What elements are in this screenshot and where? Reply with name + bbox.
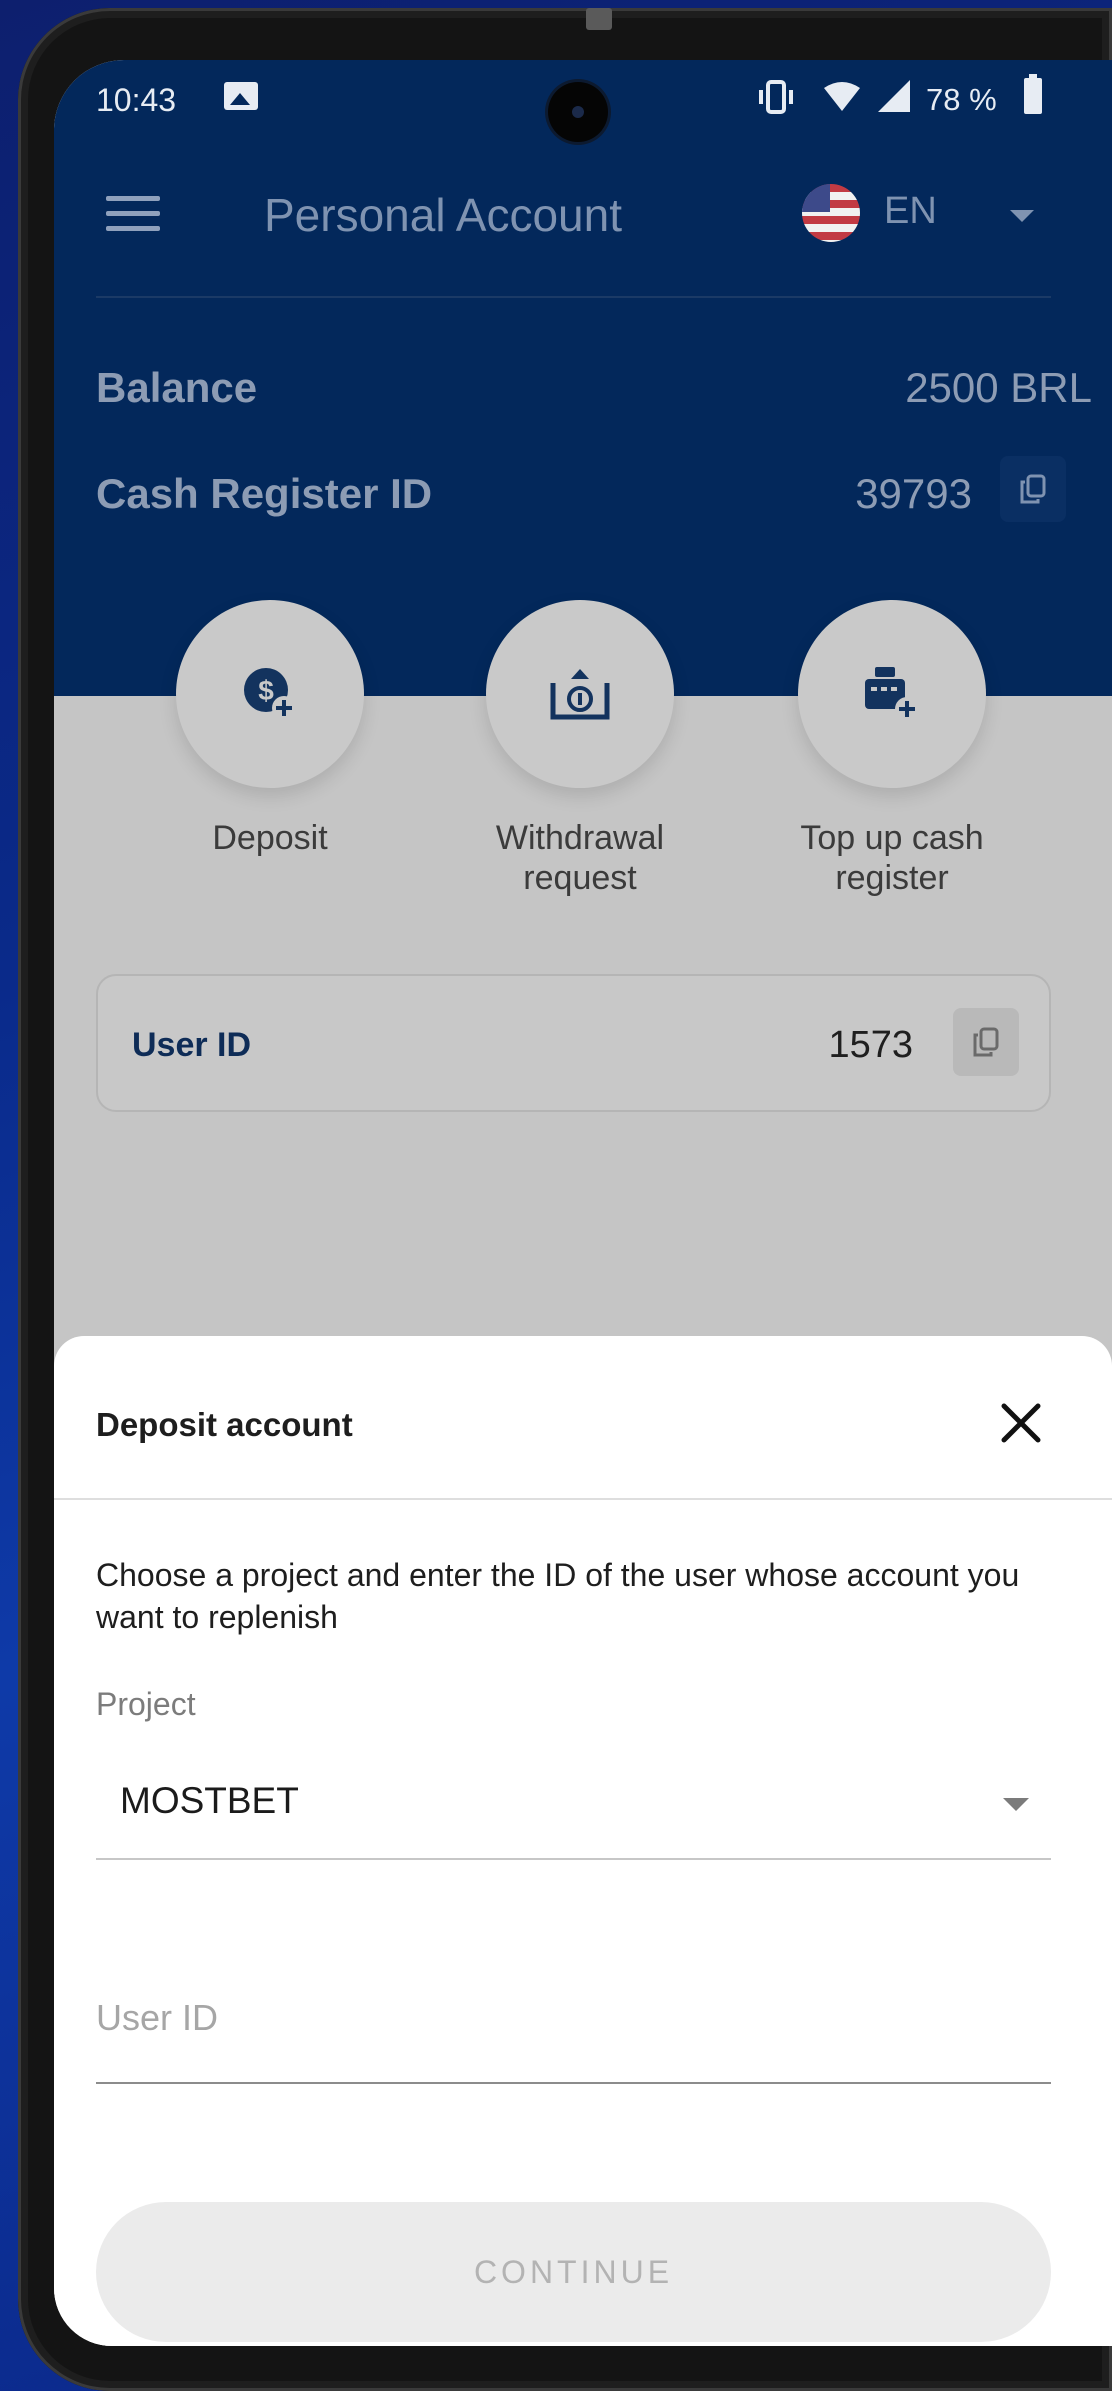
svg-text:$: $ xyxy=(258,675,274,706)
close-icon[interactable] xyxy=(996,1398,1046,1448)
user-id-card-label: User ID xyxy=(132,1026,252,1064)
battery-percent: 78 % xyxy=(926,82,997,117)
project-label: Project xyxy=(96,1686,196,1722)
wifi-icon xyxy=(824,82,860,111)
header-divider xyxy=(96,296,1051,298)
top-up-action[interactable]: Top up cash register xyxy=(798,600,986,898)
battery-icon xyxy=(1024,74,1042,114)
page-title: Personal Account xyxy=(264,189,623,241)
sheet-divider xyxy=(54,1498,1112,1500)
balance-value: 2500 BRL xyxy=(905,364,1092,411)
signal-icon xyxy=(878,80,910,112)
withdrawal-action[interactable]: Withdrawal request xyxy=(486,600,674,898)
dollar-plus-icon: $ xyxy=(244,668,296,720)
device-screen: 10:43 78 % Personal Account EN Balance 2… xyxy=(54,60,1112,2346)
withdrawal-button[interactable] xyxy=(486,600,674,788)
deposit-bottom-sheet: Deposit account Choose a project and ent… xyxy=(54,1336,1112,2346)
withdraw-icon xyxy=(550,669,610,720)
withdrawal-label: Withdrawal request xyxy=(495,819,665,897)
continue-button[interactable]: CONTINUE xyxy=(96,2202,1051,2342)
copy-user-id-button[interactable] xyxy=(953,1008,1019,1076)
copy-icon xyxy=(1020,474,1046,504)
sheet-title: Deposit account xyxy=(96,1406,353,1443)
deposit-label: Deposit xyxy=(212,819,328,857)
deposit-action[interactable]: $ Deposit xyxy=(176,600,364,858)
deposit-button[interactable]: $ xyxy=(176,600,364,788)
project-selected-value: MOSTBET xyxy=(120,1780,299,1821)
project-select[interactable]: MOSTBET xyxy=(96,1756,1051,1860)
cash-register-value: 39793 xyxy=(855,470,972,517)
balance-label: Balance xyxy=(96,364,258,411)
status-bar: 10:43 78 % xyxy=(54,60,1112,142)
front-camera xyxy=(548,82,608,142)
user-id-field[interactable] xyxy=(96,1964,1051,2084)
language-selector[interactable]: EN xyxy=(884,190,937,233)
chevron-down-icon[interactable] xyxy=(1010,210,1034,222)
dropdown-arrow-icon[interactable] xyxy=(1003,1798,1029,1811)
top-up-label: Top up cash register xyxy=(800,819,984,897)
phone-side-button xyxy=(586,8,612,30)
user-id-card: User ID 1573 xyxy=(96,974,1051,1112)
sheet-description: Choose a project and enter the ID of the… xyxy=(96,1557,1020,1635)
copy-icon xyxy=(973,1027,999,1057)
vibrate-icon xyxy=(759,80,793,114)
top-up-button[interactable] xyxy=(798,600,986,788)
status-time: 10:43 xyxy=(96,82,177,118)
register-plus-icon xyxy=(865,667,919,721)
gallery-icon xyxy=(224,82,258,110)
cash-register-label: Cash Register ID xyxy=(96,470,433,517)
user-id-input[interactable] xyxy=(96,1988,1051,2048)
user-id-card-value: 1573 xyxy=(828,1024,913,1066)
menu-icon[interactable] xyxy=(106,196,160,232)
us-flag-icon[interactable] xyxy=(802,184,860,242)
copy-register-button[interactable] xyxy=(1000,456,1066,522)
